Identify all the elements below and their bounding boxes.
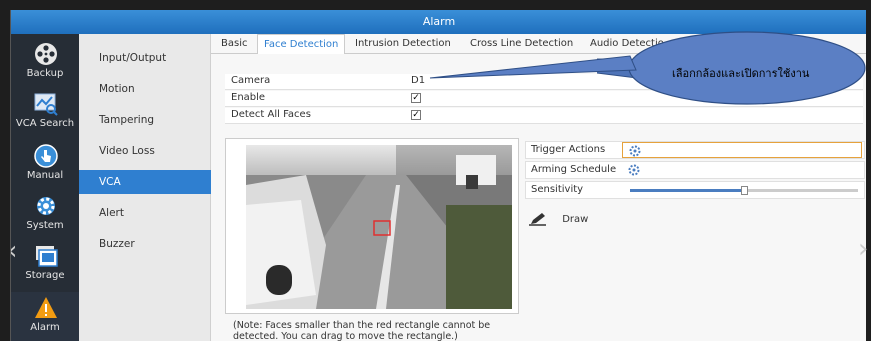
menu-item-vca[interactable]: VCA xyxy=(79,170,211,194)
nav-label: VCA Search xyxy=(15,118,75,129)
nav-alarm[interactable]: Alarm xyxy=(11,292,79,341)
draw-button[interactable]: Draw xyxy=(529,211,588,229)
slider-thumb[interactable] xyxy=(741,186,748,195)
storage-icon xyxy=(36,246,58,267)
tab-cross-line-detection[interactable]: Cross Line Detection xyxy=(470,34,573,54)
menu-item-motion[interactable]: Motion xyxy=(79,77,211,101)
nav-label: Alarm xyxy=(30,322,60,333)
nav-vca-search[interactable]: VCA Search xyxy=(11,88,79,138)
callout-pointer xyxy=(429,55,637,79)
tab-basic[interactable]: Basic xyxy=(221,34,247,54)
nav-label: System xyxy=(26,220,64,231)
camera-label: Camera xyxy=(231,75,271,86)
nav-system[interactable]: System xyxy=(11,190,79,240)
detect-all-faces-label: Detect All Faces xyxy=(231,109,311,120)
slider-track xyxy=(630,186,858,195)
arming-schedule-label: Arming Schedule xyxy=(531,164,617,175)
detect-all-faces-checkbox[interactable]: ✓ xyxy=(411,109,421,120)
sensitivity-slider[interactable] xyxy=(622,182,862,198)
camera-scene-image xyxy=(246,145,512,309)
nav-manual[interactable]: Manual xyxy=(11,140,79,190)
menu-item-input-output[interactable]: Input/Output xyxy=(79,46,211,70)
trigger-actions-row: Trigger Actions xyxy=(525,141,865,159)
camera-preview[interactable] xyxy=(246,145,512,309)
camera-select[interactable]: D1 xyxy=(411,75,425,86)
trigger-actions-setting[interactable] xyxy=(622,142,862,158)
nav-label: Backup xyxy=(26,68,64,79)
tab-intrusion-detection[interactable]: Intrusion Detection xyxy=(355,34,451,54)
sensitivity-row: Sensitivity xyxy=(525,181,865,199)
video-preview-panel xyxy=(225,138,519,314)
chart-search-icon xyxy=(34,93,58,116)
gear-icon xyxy=(37,197,55,215)
slider-fill xyxy=(630,189,744,192)
hand-pointer-icon xyxy=(34,144,58,168)
prev-arrow[interactable]: ‹ xyxy=(11,238,21,268)
next-arrow[interactable]: › xyxy=(858,236,871,266)
nav-label: Storage xyxy=(25,270,65,281)
callout-text: เลือกกล้องและเปิดการใช้งาน xyxy=(672,67,810,80)
gear-icon xyxy=(629,145,641,157)
film-reel-icon xyxy=(35,43,57,65)
draw-label: Draw xyxy=(562,214,589,225)
display-frame: Alarm Backup VCA Search Manual System St… xyxy=(0,0,871,341)
pencil-icon xyxy=(529,213,546,226)
menu-item-tampering[interactable]: Tampering xyxy=(79,108,211,132)
enable-label: Enable xyxy=(231,92,266,103)
trigger-actions-label: Trigger Actions xyxy=(531,144,606,155)
tab-face-detection[interactable]: Face Detection xyxy=(257,34,346,54)
arming-schedule-row: Arming Schedule xyxy=(525,161,865,179)
gear-icon xyxy=(628,164,640,176)
left-nav: Backup VCA Search Manual System Storage … xyxy=(11,34,79,341)
alarm-warning-icon xyxy=(35,297,57,318)
nav-backup[interactable]: Backup xyxy=(11,38,79,88)
enable-checkbox[interactable]: ✓ xyxy=(411,92,421,103)
sensitivity-label: Sensitivity xyxy=(531,184,584,195)
alarm-menu: Input/Output Motion Tampering Video Loss… xyxy=(79,34,211,341)
face-size-note: (Note: Faces smaller than the red rectan… xyxy=(233,320,491,341)
arming-schedule-setting[interactable] xyxy=(622,162,862,178)
menu-item-alert[interactable]: Alert xyxy=(79,201,211,225)
menu-item-video-loss[interactable]: Video Loss xyxy=(79,139,211,163)
nav-storage[interactable]: Storage xyxy=(11,240,79,290)
nav-label: Manual xyxy=(26,170,64,181)
menu-item-buzzer[interactable]: Buzzer xyxy=(79,232,211,256)
